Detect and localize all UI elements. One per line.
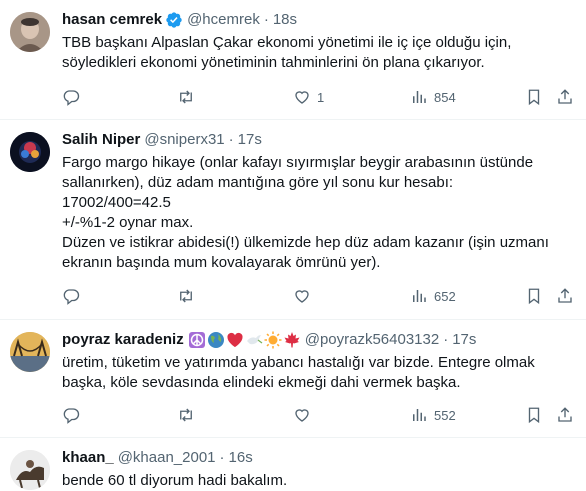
tweet-text: Fargo margo hikaye (onlar kafayı sıyırmı… [62, 154, 549, 271]
retweet-button[interactable] [177, 287, 195, 305]
avatar[interactable] [10, 332, 50, 372]
bookmark-icon [528, 407, 540, 424]
retweet-button[interactable] [177, 406, 195, 424]
user-handle[interactable]: @hcemrek [187, 10, 260, 30]
reply-button[interactable] [62, 287, 80, 305]
user-handle[interactable]: @khaan_2001 [118, 448, 216, 468]
globe-icon [207, 332, 224, 348]
timestamp[interactable]: 18s [273, 10, 297, 30]
like-button[interactable] [293, 406, 311, 424]
bookmark-button[interactable] [525, 88, 543, 106]
separator-dot: · [263, 11, 269, 28]
heart-icon [295, 409, 309, 422]
user-handle[interactable]: @sniperx31 [144, 130, 224, 150]
reply-icon [63, 90, 80, 106]
tweet-4[interactable]: khaan_ @khaan_2001 · 16s bende 60 tl diy… [0, 438, 586, 490]
share-button[interactable] [556, 287, 574, 305]
display-name[interactable]: hasan cemrek [62, 10, 162, 30]
red-heart-icon [227, 332, 243, 347]
bookmark-button[interactable] [525, 406, 543, 424]
retweet-icon [180, 90, 192, 104]
views-chart-icon [413, 91, 426, 103]
share-icon [558, 407, 572, 422]
display-name[interactable]: Salih Niper [62, 130, 140, 150]
display-name[interactable]: poyraz karadeniz [62, 330, 184, 350]
separator-dot: · [219, 449, 225, 466]
share-button[interactable] [556, 88, 574, 106]
dove-icon [246, 335, 263, 345]
user-handle[interactable]: @poyrazk56403132 [305, 330, 440, 350]
like-button[interactable] [293, 287, 311, 305]
avatar[interactable] [10, 450, 50, 490]
timestamp[interactable]: 17s [452, 330, 476, 350]
name-emojis [188, 331, 301, 349]
retweet-icon [180, 289, 192, 303]
bookmark-icon [528, 288, 540, 305]
reply-button[interactable] [62, 88, 80, 106]
tweet-text: TBB başkanı Alpaslan Çakar ekonomi yönet… [62, 34, 512, 71]
like-count: 1 [317, 89, 325, 105]
tweet-text: bende 60 tl diyorum hadi bakalım. [62, 472, 288, 489]
retweet-button[interactable] [177, 88, 195, 106]
peace-symbol-icon [188, 332, 205, 348]
separator-dot: · [228, 131, 234, 148]
views-chart-icon [413, 409, 426, 421]
like-button[interactable]: 1 [293, 88, 324, 106]
bookmark-button[interactable] [525, 287, 543, 305]
views-button[interactable]: 854 [410, 88, 456, 106]
retweet-icon [180, 408, 192, 422]
views-chart-icon [413, 290, 426, 302]
share-icon [558, 288, 572, 303]
display-name[interactable]: khaan_ [62, 448, 114, 468]
timestamp[interactable]: 17s [238, 130, 262, 150]
tweet-1[interactable]: hasan cemrek @hcemrek · 18s TBB başkanı … [0, 0, 586, 120]
reply-button[interactable] [62, 406, 80, 424]
bookmark-icon [528, 89, 540, 106]
view-count: 854 [434, 89, 456, 105]
timestamp[interactable]: 16s [229, 448, 253, 468]
views-button[interactable]: 552 [410, 406, 456, 424]
separator-dot: · [443, 331, 449, 348]
avatar[interactable] [10, 12, 50, 52]
view-count: 652 [434, 288, 456, 304]
tweet-text: üretim, tüketim ve yatırımda yabancı has… [62, 354, 535, 391]
reply-icon [63, 408, 80, 424]
heart-icon [295, 91, 309, 104]
view-count: 552 [434, 407, 456, 423]
share-icon [558, 89, 572, 104]
verified-badge-icon [165, 11, 183, 29]
maple-leaf-icon [284, 332, 300, 348]
tweet-3[interactable]: poyraz karadeniz @poyrazk56403132 · 17s … [0, 320, 586, 438]
views-button[interactable]: 652 [410, 287, 456, 305]
avatar[interactable] [10, 132, 50, 172]
tweet-2[interactable]: Salih Niper @sniperx31 · 17s Fargo margo… [0, 120, 586, 320]
share-button[interactable] [556, 406, 574, 424]
sun-icon [264, 331, 282, 349]
heart-icon [295, 290, 309, 303]
reply-icon [63, 289, 80, 305]
